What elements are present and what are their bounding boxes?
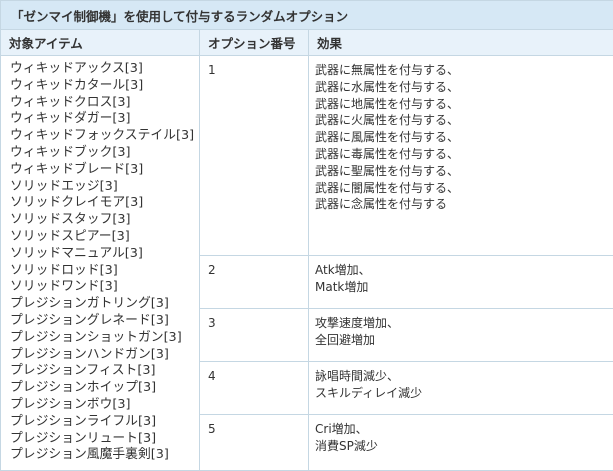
effect-line: 武器に毒属性を付与する、: [315, 146, 607, 163]
item-line: プレジションフィスト[3]: [10, 363, 191, 380]
item-line: プレジションボウ[3]: [10, 397, 191, 414]
effect-line: スキルディレイ減少: [315, 385, 607, 402]
effect-line: 武器に風属性を付与する、: [315, 129, 607, 146]
target-items-cell: ウィキッドアックス[3] ウィキッドカタール[3] ウィキッドクロス[3] ウィ…: [1, 56, 200, 471]
item-line: ウィキッドカタール[3]: [10, 78, 191, 95]
item-line: プレジショングレネード[3]: [10, 313, 191, 330]
effect-line: Cri増加、: [315, 421, 607, 438]
option-number-1: 1: [200, 56, 309, 256]
effect-line: Atk増加、: [315, 262, 607, 279]
option-effect-3: 攻撃速度増加、 全回避増加: [309, 309, 613, 362]
item-line: ソリッドスタッフ[3]: [10, 212, 191, 229]
item-line: ウィキッドクロス[3]: [10, 95, 191, 112]
option-effect-1: 武器に無属性を付与する、 武器に水属性を付与する、 武器に地属性を付与する、 武…: [309, 56, 613, 256]
option-effect-5: Cri増加、 消費SP減少: [309, 415, 613, 471]
effect-line: 武器に闇属性を付与する、: [315, 180, 607, 197]
option-number-3: 3: [200, 309, 309, 362]
item-line: ソリッドクレイモア[3]: [10, 195, 191, 212]
effect-line: 武器に無属性を付与する、: [315, 62, 607, 79]
item-line: ソリッドワンド[3]: [10, 279, 191, 296]
item-line: ソリッドロッド[3]: [10, 263, 191, 280]
item-line: プレジションリュート[3]: [10, 431, 191, 448]
random-option-table: 「ゼンマイ制御機」を使用して付与するランダムオプション 対象アイテム オプション…: [0, 0, 613, 471]
item-line: プレジションショットガン[3]: [10, 330, 191, 347]
header-effect: 効果: [309, 30, 613, 56]
effect-line: 攻撃速度増加、: [315, 315, 607, 332]
item-line: ウィキッドブック[3]: [10, 145, 191, 162]
option-number-2: 2: [200, 256, 309, 309]
item-line: ウィキッドブレード[3]: [10, 162, 191, 179]
effect-line: 武器に念属性を付与する: [315, 196, 607, 213]
item-line: プレジション風魔手裏剣[3]: [10, 447, 191, 464]
effect-line: 武器に火属性を付与する、: [315, 112, 607, 129]
item-line: プレジションガトリング[3]: [10, 296, 191, 313]
item-line: プレジションホイップ[3]: [10, 380, 191, 397]
effect-line: 全回避増加: [315, 332, 607, 349]
table-title: 「ゼンマイ制御機」を使用して付与するランダムオプション: [1, 1, 613, 30]
item-line: プレジションライフル[3]: [10, 414, 191, 431]
effect-line: 消費SP減少: [315, 438, 607, 455]
effect-line: 武器に地属性を付与する、: [315, 96, 607, 113]
header-option-number: オプション番号: [200, 30, 309, 56]
item-line: ウィキッドダガー[3]: [10, 111, 191, 128]
header-target-items: 対象アイテム: [1, 30, 200, 56]
option-number-4: 4: [200, 362, 309, 415]
effect-line: 詠唱時間減少、: [315, 368, 607, 385]
item-line: ウィキッドフォックステイル[3]: [10, 128, 191, 145]
item-line: ソリッドエッジ[3]: [10, 179, 191, 196]
effect-line: 武器に水属性を付与する、: [315, 79, 607, 96]
item-line: プレジションハンドガン[3]: [10, 347, 191, 364]
item-line: ソリッドスピアー[3]: [10, 229, 191, 246]
option-effect-2: Atk増加、 Matk増加: [309, 256, 613, 309]
effect-line: 武器に聖属性を付与する、: [315, 163, 607, 180]
option-effect-4: 詠唱時間減少、 スキルディレイ減少: [309, 362, 613, 415]
item-line: ウィキッドアックス[3]: [10, 61, 191, 78]
item-line: ソリッドマニュアル[3]: [10, 246, 191, 263]
effect-line: Matk増加: [315, 279, 607, 296]
option-number-5: 5: [200, 415, 309, 471]
